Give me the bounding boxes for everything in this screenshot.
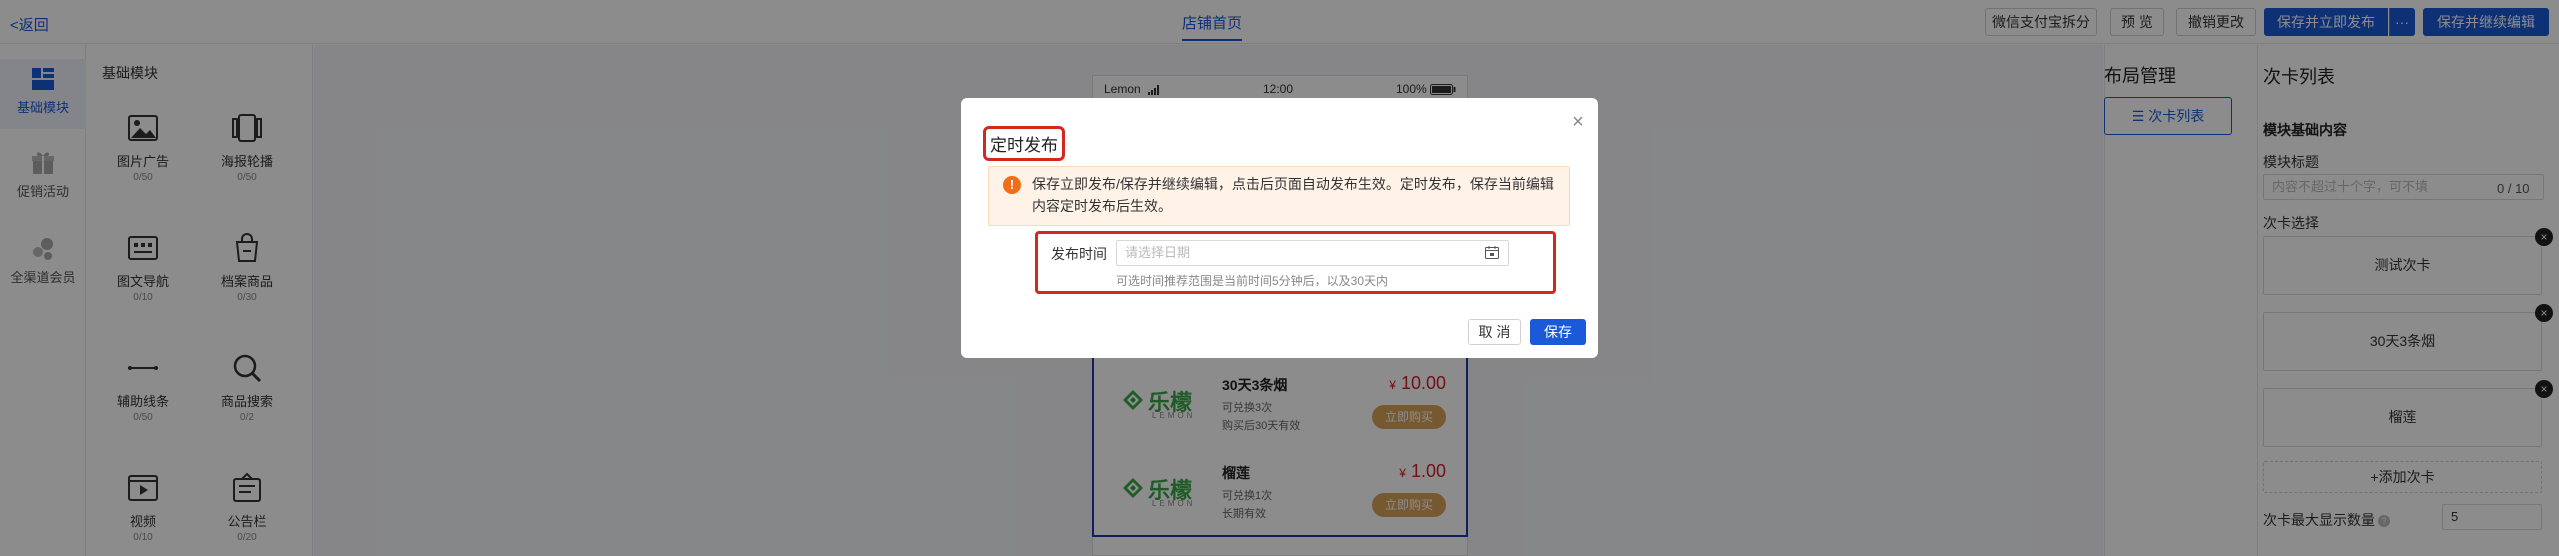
close-icon[interactable]: × (1568, 112, 1588, 132)
publish-time-hint: 可选时间推荐范围是当前时间5分钟后，以及30天内 (1116, 274, 1389, 288)
warning-icon: ! (1003, 176, 1021, 194)
dialog-title: 定时发布 (983, 126, 1065, 161)
warning-text: 保存立即发布/保存并继续编辑，点击后页面自动发布生效。定时发布，保存当前编辑内容… (1032, 176, 1554, 214)
calendar-icon[interactable] (1485, 246, 1499, 259)
cancel-button[interactable]: 取 消 (1468, 319, 1521, 345)
save-button[interactable]: 保存 (1530, 319, 1586, 345)
publish-time-label: 发布时间 (1051, 246, 1107, 262)
publish-time-input[interactable]: 请选择日期 (1116, 240, 1509, 266)
